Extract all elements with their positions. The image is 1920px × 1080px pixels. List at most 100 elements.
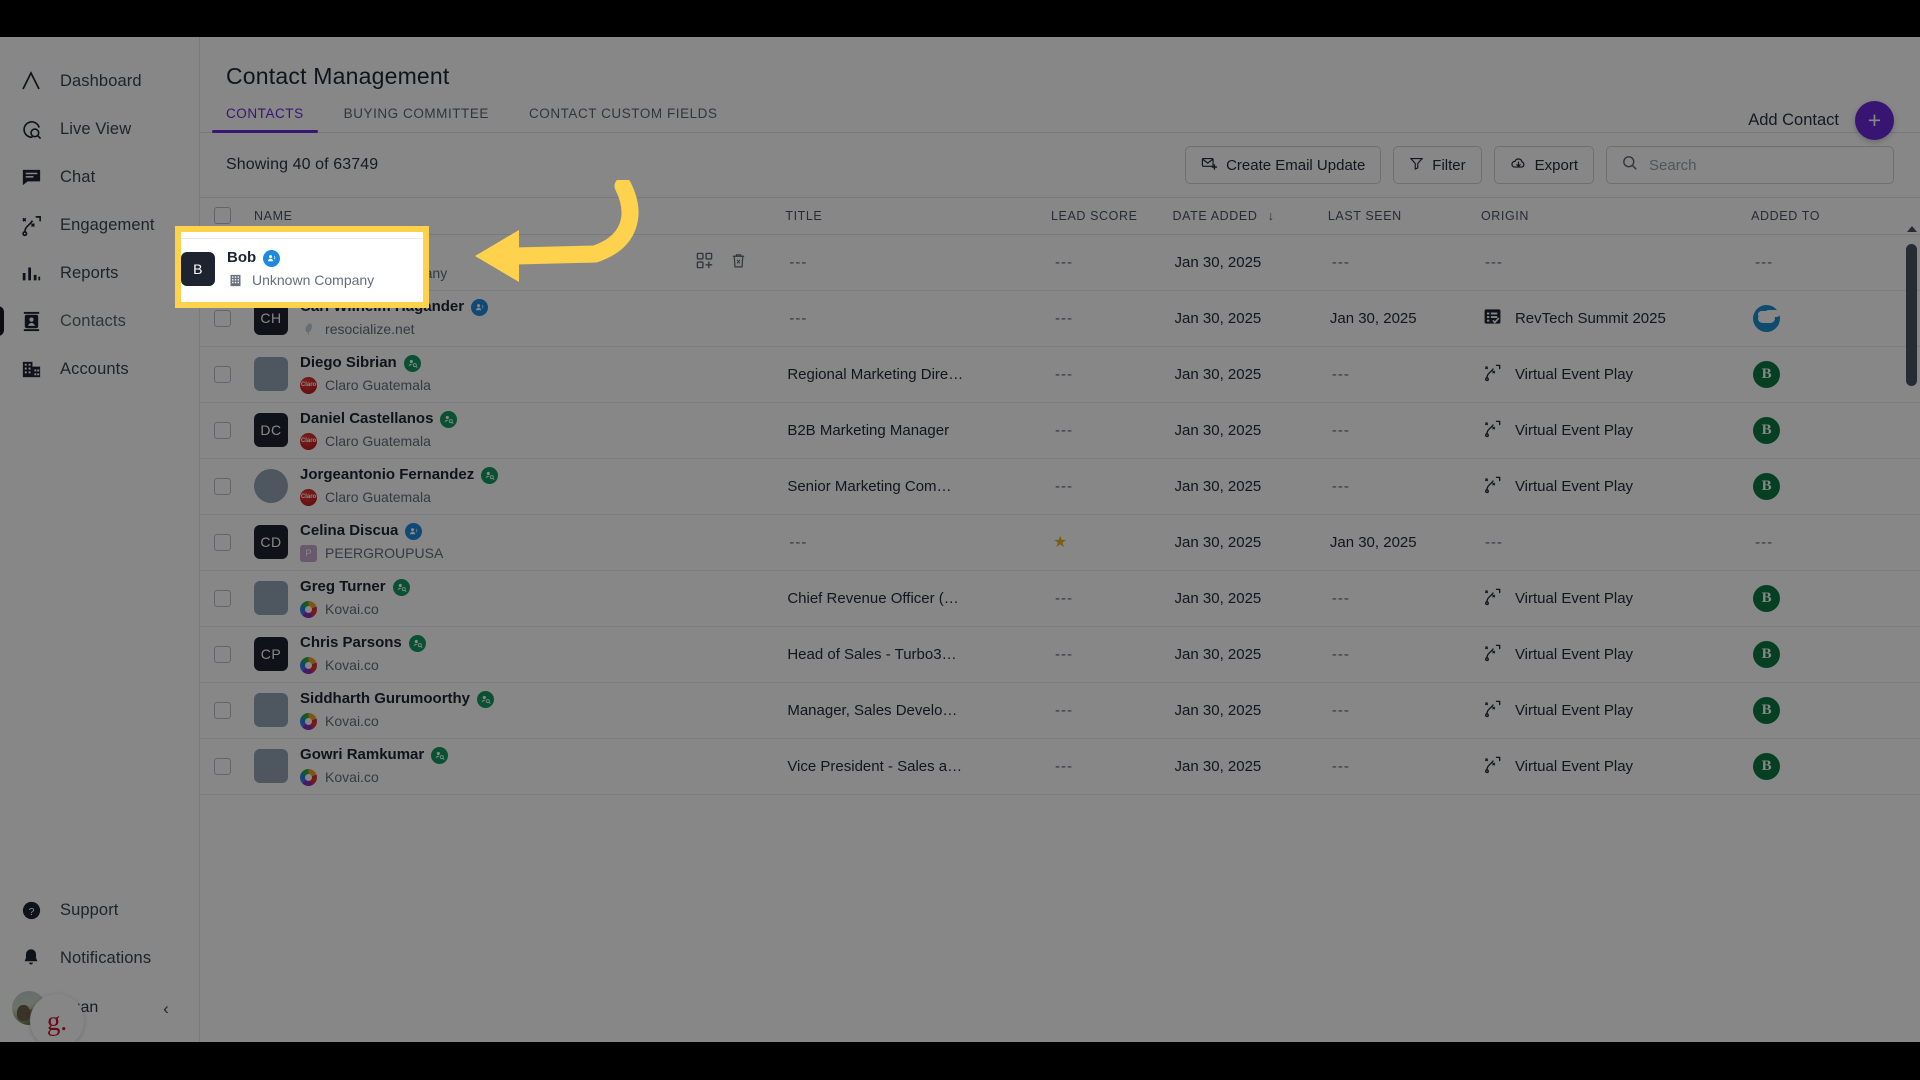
sidebar-item-engagement[interactable]: Engagement <box>0 201 199 249</box>
col-header-lead-score[interactable]: LEAD SCORE <box>1051 198 1173 234</box>
added-to-badge-b[interactable]: B <box>1753 361 1780 388</box>
added-to-badge-b[interactable]: B <box>1753 697 1780 724</box>
delete-trash-icon[interactable] <box>730 364 747 385</box>
row-select-cell[interactable] <box>200 738 254 794</box>
col-header-last-seen[interactable]: LAST SEEN <box>1328 198 1481 234</box>
added-to-cell[interactable]: B <box>1751 626 1920 682</box>
delete-trash-icon[interactable] <box>730 252 747 273</box>
added-to-badge-b[interactable]: B <box>1753 417 1780 444</box>
row-select-cell[interactable] <box>200 682 254 738</box>
row-select-cell[interactable] <box>200 458 254 514</box>
row-actions-cell[interactable] <box>695 458 785 514</box>
row-actions-cell[interactable] <box>695 234 785 290</box>
sidebar-item-contacts[interactable]: Contacts <box>0 297 199 345</box>
added-to-badge-salesforce[interactable] <box>1753 305 1780 332</box>
col-header-added-to[interactable]: ADDED TO <box>1751 198 1920 234</box>
contact-name-cell[interactable]: DCDaniel Castellanos ClaroClaro Guatemal… <box>254 402 695 458</box>
filter-button[interactable]: Filter <box>1393 146 1481 184</box>
row-select-cell[interactable] <box>200 570 254 626</box>
row-checkbox[interactable] <box>214 534 231 551</box>
search-input[interactable] <box>1649 157 1879 174</box>
row-select-cell[interactable] <box>200 514 254 570</box>
add-to-list-icon[interactable] <box>695 307 714 330</box>
contact-name-cell[interactable]: Greg Turner Kovai.co <box>254 570 695 626</box>
added-to-cell[interactable]: B <box>1751 402 1920 458</box>
contact-name-cell[interactable]: Jorgeantonio Fernandez ClaroClaro Guatem… <box>254 458 695 514</box>
tab-contact-custom-fields[interactable]: CONTACT CUSTOM FIELDS <box>529 106 718 132</box>
scrollbar-thumb[interactable] <box>1906 244 1917 386</box>
export-button[interactable]: Export <box>1494 146 1594 184</box>
tab-buying-committee[interactable]: BUYING COMMITTEE <box>344 106 489 132</box>
added-to-cell[interactable]: --- <box>1751 514 1920 570</box>
table-row[interactable]: DCDaniel Castellanos ClaroClaro Guatemal… <box>200 402 1920 458</box>
plus-icon[interactable]: + <box>1855 101 1894 140</box>
table-row[interactable]: Diego Sibrian ClaroClaro Guatemala Regio… <box>200 346 1920 402</box>
create-email-update-button[interactable]: Create Email Update <box>1185 146 1381 184</box>
sidebar-item-support[interactable]: ? Support <box>0 886 199 934</box>
add-contact-button[interactable]: Add Contact + <box>1748 101 1894 140</box>
col-header-title[interactable]: TITLE <box>785 198 1051 234</box>
callout-contact-row[interactable]: B Bob Unknown Company <box>175 239 374 299</box>
sidebar-item-live-view[interactable]: Live View <box>0 105 199 153</box>
add-to-list-icon[interactable] <box>695 531 714 554</box>
table-row[interactable]: Greg Turner Kovai.co Chief Revenue Offic… <box>200 570 1920 626</box>
row-select-cell[interactable] <box>200 626 254 682</box>
contact-name-cell[interactable]: Siddharth Gurumoorthy Kovai.co <box>254 682 695 738</box>
sidebar-item-reports[interactable]: Reports <box>0 249 199 297</box>
row-checkbox[interactable] <box>214 646 231 663</box>
col-header-date-added[interactable]: DATE ADDED ↓ <box>1173 198 1328 234</box>
tab-contacts[interactable]: CONTACTS <box>226 106 304 132</box>
row-actions-cell[interactable] <box>695 346 785 402</box>
contact-name-cell[interactable]: CPChris Parsons Kovai.co <box>254 626 695 682</box>
row-checkbox[interactable] <box>214 310 231 327</box>
scroll-up-arrow-icon[interactable] <box>1907 226 1917 232</box>
delete-trash-icon[interactable] <box>730 532 747 553</box>
row-checkbox[interactable] <box>214 478 231 495</box>
sidebar-item-chat[interactable]: Chat <box>0 153 199 201</box>
row-checkbox[interactable] <box>214 758 231 775</box>
add-to-list-icon[interactable] <box>695 643 714 666</box>
delete-trash-icon[interactable] <box>730 756 747 777</box>
contact-name-cell[interactable]: Diego Sibrian ClaroClaro Guatemala <box>254 346 695 402</box>
table-row[interactable]: Siddharth Gurumoorthy Kovai.co Manager, … <box>200 682 1920 738</box>
row-actions-cell[interactable] <box>695 738 785 794</box>
added-to-badge-b[interactable]: B <box>1753 641 1780 668</box>
row-select-cell[interactable] <box>200 346 254 402</box>
added-to-badge-b[interactable]: B <box>1753 473 1780 500</box>
row-actions-cell[interactable] <box>695 290 785 346</box>
search-box[interactable] <box>1606 146 1894 184</box>
table-row[interactable]: CPChris Parsons Kovai.co Head of Sales -… <box>200 626 1920 682</box>
add-to-list-icon[interactable] <box>695 475 714 498</box>
row-checkbox[interactable] <box>214 590 231 607</box>
sidebar-collapse-button[interactable]: ‹ <box>155 998 177 1020</box>
added-to-cell[interactable]: B <box>1751 682 1920 738</box>
row-actions-cell[interactable] <box>695 514 785 570</box>
row-select-cell[interactable] <box>200 402 254 458</box>
added-to-cell[interactable]: B <box>1751 458 1920 514</box>
delete-trash-icon[interactable] <box>730 588 747 609</box>
contact-name-cell[interactable]: Gowri Ramkumar Kovai.co <box>254 738 695 794</box>
table-row[interactable]: Jorgeantonio Fernandez ClaroClaro Guatem… <box>200 458 1920 514</box>
row-actions-cell[interactable] <box>695 682 785 738</box>
row-actions-cell[interactable] <box>695 570 785 626</box>
added-to-cell[interactable]: B <box>1751 346 1920 402</box>
delete-trash-icon[interactable] <box>730 700 747 721</box>
added-to-cell[interactable]: B <box>1751 570 1920 626</box>
added-to-cell[interactable] <box>1751 290 1920 346</box>
vertical-scrollbar[interactable] <box>1906 236 1917 636</box>
table-row[interactable]: Gowri Ramkumar Kovai.co Vice President -… <box>200 738 1920 794</box>
col-header-origin[interactable]: ORIGIN <box>1481 198 1751 234</box>
add-to-list-icon[interactable] <box>695 755 714 778</box>
sidebar-item-notifications[interactable]: Notifications <box>0 934 199 982</box>
add-to-list-icon[interactable] <box>695 699 714 722</box>
delete-trash-icon[interactable] <box>730 476 747 497</box>
row-actions-cell[interactable] <box>695 626 785 682</box>
sidebar-item-dashboard[interactable]: Dashboard <box>0 57 199 105</box>
added-to-cell[interactable]: --- <box>1751 234 1920 290</box>
add-to-list-icon[interactable] <box>695 419 714 442</box>
added-to-badge-b[interactable]: B <box>1753 585 1780 612</box>
row-checkbox[interactable] <box>214 366 231 383</box>
delete-trash-icon[interactable] <box>730 644 747 665</box>
row-actions-cell[interactable] <box>695 402 785 458</box>
table-row[interactable]: CDCelina Discua PPEERGROUPUSA ---★Jan 30… <box>200 514 1920 570</box>
